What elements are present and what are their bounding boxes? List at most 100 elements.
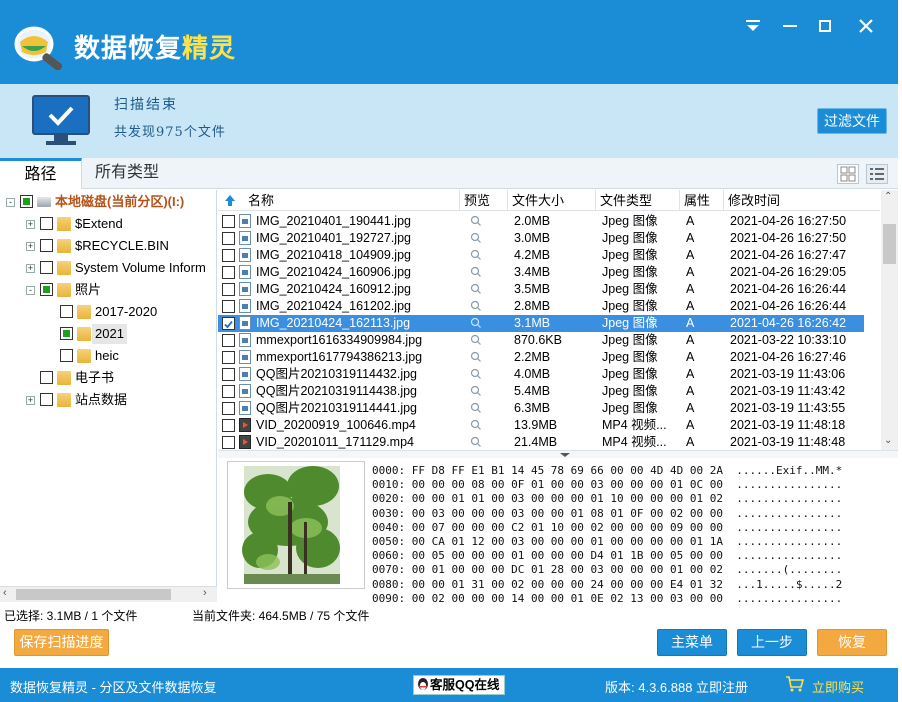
column-size[interactable]: 文件大小 — [508, 190, 596, 211]
file-row[interactable]: IMG_20210424_160912.jpg 3.5MB Jpeg 图像 A 2021… — [218, 281, 864, 298]
thumbnail-view-icon[interactable] — [837, 164, 859, 184]
file-size: 13.9MB — [514, 418, 558, 432]
file-row[interactable]: QQ图片20210319114432.jpg 4.0MB Jpeg 图像 A 2021-… — [218, 366, 864, 383]
tree-scroll-thumb[interactable] — [16, 589, 171, 600]
save-scan-progress-button[interactable]: 保存扫描进度 — [14, 629, 109, 656]
tree-node[interactable]: 2021 — [0, 324, 216, 344]
file-checkbox[interactable] — [222, 385, 235, 398]
file-list-header: 名称 预览 文件大小 文件类型 属性 修改时间 — [218, 190, 880, 211]
tree-checkbox[interactable] — [60, 349, 73, 362]
maximize-icon[interactable] — [813, 14, 837, 38]
tree-checkbox[interactable] — [40, 393, 53, 406]
file-attribute: A — [686, 282, 695, 296]
filter-files-button[interactable]: 过滤文件 — [817, 108, 887, 134]
file-size: 4.0MB — [514, 367, 551, 381]
file-row[interactable]: IMG_20210418_104909.jpg 4.2MB Jpeg 图像 A 2021… — [218, 247, 864, 264]
preview-search-icon[interactable] — [470, 436, 482, 449]
file-row[interactable]: QQ图片20210319114438.jpg 5.4MB Jpeg 图像 A 2021-… — [218, 383, 864, 400]
previous-step-button[interactable]: 上一步 — [737, 629, 807, 656]
close-icon[interactable] — [854, 14, 878, 38]
minimize-icon[interactable] — [778, 14, 802, 38]
tree-checkbox[interactable] — [40, 261, 53, 274]
column-modified[interactable]: 修改时间 — [724, 190, 880, 211]
file-checkbox[interactable] — [222, 215, 235, 228]
tree-node[interactable]: + System Volume Inform — [0, 258, 216, 278]
column-attr[interactable]: 属性 — [680, 190, 724, 211]
file-name: VID_20200919_100646.mp4 — [256, 418, 416, 432]
tree-node[interactable]: 电子书 — [0, 368, 216, 388]
file-checkbox[interactable] — [222, 351, 235, 364]
tree-node[interactable]: + $Extend — [0, 214, 216, 234]
tab-path[interactable]: 路径 — [0, 158, 82, 189]
file-checkbox[interactable] — [222, 436, 235, 449]
tree-checkbox[interactable] — [40, 283, 53, 296]
image-file-icon — [239, 384, 251, 398]
tree-checkbox[interactable] — [60, 327, 73, 340]
column-preview[interactable]: 预览 — [460, 190, 508, 211]
file-checkbox[interactable] — [222, 283, 235, 296]
tree-checkbox[interactable] — [40, 371, 53, 384]
file-name: IMG_20210418_104909.jpg — [256, 248, 411, 262]
menu-icon[interactable] — [741, 14, 765, 38]
version-register[interactable]: 版本: 4.3.6.888 立即注册 — [605, 677, 748, 696]
expand-icon[interactable]: + — [26, 396, 35, 405]
list-view-icon[interactable] — [866, 164, 888, 184]
file-type: Jpeg 图像 — [602, 248, 658, 262]
tree-node[interactable]: + 站点数据 — [0, 390, 216, 410]
file-modified-time: 2021-03-19 11:43:42 — [730, 384, 846, 398]
file-size: 2.2MB — [514, 350, 551, 364]
file-size: 3.1MB — [514, 316, 551, 330]
cart-icon[interactable] — [785, 675, 805, 693]
tree-node[interactable]: heic — [0, 346, 216, 366]
file-row[interactable]: IMG_20210424_162113.jpg 3.1MB Jpeg 图像 A 2021… — [218, 315, 864, 332]
expand-icon[interactable]: + — [26, 220, 35, 229]
file-size: 2.8MB — [514, 299, 551, 313]
file-checkbox[interactable] — [222, 368, 235, 381]
tree-checkbox[interactable] — [40, 217, 53, 230]
tree-node[interactable]: - 照片 — [0, 280, 216, 300]
tree-checkbox[interactable] — [60, 305, 73, 318]
file-checkbox[interactable] — [222, 266, 235, 279]
tree-node[interactable]: - 本地磁盘(当前分区)(I:) — [0, 192, 216, 212]
file-checkbox[interactable] — [222, 402, 235, 415]
scroll-left-icon[interactable]: ‹ — [3, 587, 7, 599]
main-menu-button[interactable]: 主菜单 — [657, 629, 727, 656]
buy-now-link[interactable]: 立即购买 — [812, 677, 864, 696]
sort-up-icon[interactable] — [224, 194, 236, 207]
file-row[interactable]: IMG_20210401_190441.jpg 2.0MB Jpeg 图像 A 2021… — [218, 213, 864, 230]
tree-checkbox[interactable] — [40, 239, 53, 252]
file-row[interactable]: QQ图片20210319114441.jpg 6.3MB Jpeg 图像 A 2021-… — [218, 400, 864, 417]
file-row[interactable]: IMG_20210401_192727.jpg 3.0MB Jpeg 图像 A 2021… — [218, 230, 864, 247]
selected-info: 已选择: 3.1MB / 1 个文件 — [4, 609, 138, 623]
image-file-icon — [239, 248, 251, 262]
column-name[interactable]: 名称 — [244, 190, 460, 211]
file-row[interactable]: mmexport1617794386213.jpg 2.2MB Jpeg 图像 A 20… — [218, 349, 864, 366]
expand-icon[interactable]: + — [26, 242, 35, 251]
file-row[interactable]: IMG_20210424_161202.jpg 2.8MB Jpeg 图像 A 2021… — [218, 298, 864, 315]
scroll-up-icon[interactable]: ⌃ — [884, 191, 892, 202]
file-checkbox[interactable] — [222, 317, 235, 330]
file-row[interactable]: VID_20201011_171129.mp4 21.4MB MP4 视频... A 2… — [218, 434, 864, 449]
file-checkbox[interactable] — [222, 334, 235, 347]
file-row[interactable]: IMG_20210424_160906.jpg 3.4MB Jpeg 图像 A 2021… — [218, 264, 864, 281]
expand-icon[interactable]: + — [26, 264, 35, 273]
collapse-icon[interactable]: - — [6, 198, 15, 207]
file-checkbox[interactable] — [222, 232, 235, 245]
column-type[interactable]: 文件类型 — [596, 190, 680, 211]
file-row[interactable]: mmexport1616334909984.jpg 870.6KB Jpeg 图像 A… — [218, 332, 864, 349]
file-checkbox[interactable] — [222, 300, 235, 313]
file-list-scroll-thumb[interactable] — [883, 224, 896, 264]
scroll-right-icon[interactable]: › — [203, 587, 207, 599]
file-row[interactable]: VID_20200919_100646.mp4 13.9MB MP4 视频... A 2… — [218, 417, 864, 434]
file-checkbox[interactable] — [222, 249, 235, 262]
scroll-down-icon[interactable]: ⌄ — [884, 435, 892, 446]
preview-splitter[interactable] — [218, 450, 898, 458]
tree-node[interactable]: + $RECYCLE.BIN — [0, 236, 216, 256]
tree-checkbox[interactable] — [20, 195, 33, 208]
collapse-icon[interactable]: - — [26, 286, 35, 295]
file-checkbox[interactable] — [222, 419, 235, 432]
recover-button[interactable]: 恢复 — [817, 629, 887, 656]
tab-all-types[interactable]: 所有类型 — [82, 158, 172, 189]
tree-node[interactable]: 2017-2020 — [0, 302, 216, 322]
qq-support-button[interactable]: 客服QQ在线 — [413, 675, 505, 695]
